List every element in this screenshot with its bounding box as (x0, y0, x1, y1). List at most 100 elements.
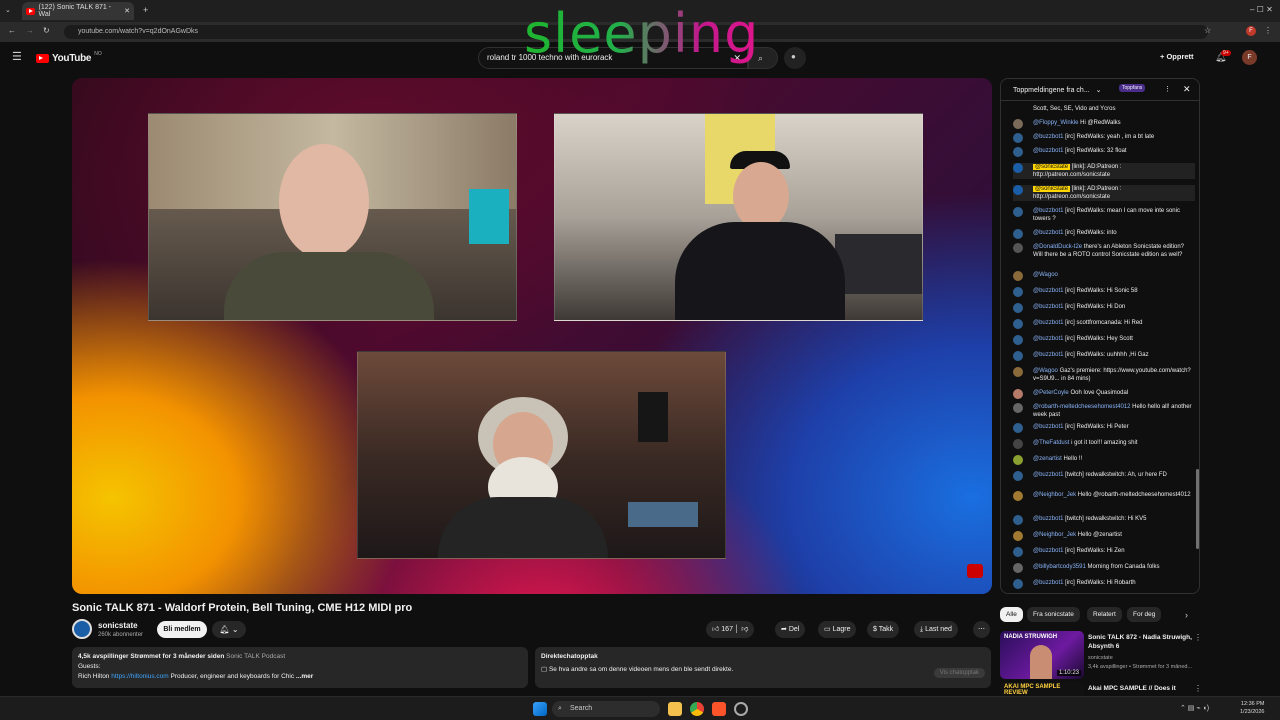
chat-author-avatar[interactable] (1013, 335, 1023, 345)
chat-author-name[interactable]: @buzzbot1 (1033, 148, 1063, 154)
video-thumbnail[interactable]: NADIA STRUWIGH 1:10:23 (1000, 631, 1084, 679)
chat-author-name[interactable]: @buzzbot1 (1033, 304, 1063, 310)
like-button[interactable]: 👍︎ 167 │ 👎︎ (706, 621, 755, 638)
chat-author-name[interactable]: @buzzbot1 (1033, 352, 1063, 358)
close-chat-icon[interactable]: ✕ (1183, 84, 1191, 95)
channel-name[interactable]: sonicstate (98, 621, 138, 630)
chat-author-avatar[interactable] (1013, 185, 1023, 195)
show-more-link[interactable]: ...mer (296, 673, 313, 680)
chat-author-name[interactable]: @buzzbot1 (1033, 134, 1063, 140)
chat-message[interactable]: @Wagoo (1013, 271, 1195, 281)
more-options-icon[interactable]: ⋮ (1194, 633, 1202, 643)
chat-message[interactable]: @buzzbot1 [irc] scottfromcanada: Hi Red (1013, 319, 1195, 329)
save-button[interactable]: ▭ Lagre (818, 621, 857, 638)
chat-message[interactable]: @billybartcody3591 Morning from Canada f… (1013, 563, 1195, 573)
chat-message[interactable]: @buzzbot1 [irc] RedWalks: Hi Don (1013, 303, 1195, 313)
chat-author-name[interactable]: @DonaldDuck-t2e (1033, 244, 1082, 250)
window-controls-icon[interactable]: – ☐ ✕ (1250, 5, 1273, 15)
menu-hamburger-icon[interactable]: ☰ (12, 52, 22, 63)
profile-avatar-icon[interactable]: F (1246, 26, 1256, 36)
chat-author-avatar[interactable] (1013, 147, 1023, 157)
voice-search-button[interactable]: ● (784, 47, 806, 69)
chevron-right-icon[interactable]: › (1185, 610, 1188, 620)
chat-author-name[interactable]: @buzzbot1 (1033, 230, 1063, 236)
chat-author-avatar[interactable] (1013, 403, 1023, 413)
show-chat-replay-button[interactable]: Vis chatopptak (933, 668, 985, 678)
youtube-watermark-icon[interactable] (967, 564, 983, 578)
chat-author-name[interactable]: @buzzbot1 (1033, 580, 1063, 586)
chat-author-name[interactable]: @buzzbot1 (1033, 472, 1063, 478)
chat-author-avatar[interactable] (1013, 515, 1023, 525)
chat-author-avatar[interactable] (1013, 423, 1023, 433)
chat-message[interactable]: @sonicstate [link]: AD:Patreon : http://… (1013, 163, 1195, 179)
filter-chip[interactable]: Alle (1000, 607, 1023, 622)
chrome-icon[interactable] (690, 702, 704, 716)
browser-tab[interactable]: (122) Sonic TALK 871 - Wal ✕ (22, 2, 134, 20)
thumbs-down-icon[interactable]: 👎︎ (741, 626, 748, 633)
chat-author-avatar[interactable] (1013, 303, 1023, 313)
chat-author-avatar[interactable] (1013, 229, 1023, 239)
chat-author-avatar[interactable] (1013, 491, 1023, 501)
new-tab-icon[interactable]: + (143, 5, 148, 15)
filter-chip[interactable]: For deg (1127, 607, 1162, 622)
chat-message[interactable]: @buzzbot1 [irc] RedWalks: Hey Scott (1013, 335, 1195, 345)
chat-author-avatar[interactable] (1013, 471, 1023, 481)
start-menu-icon[interactable] (533, 702, 547, 716)
chat-author-name[interactable]: @TheFatdust (1033, 440, 1069, 446)
join-button[interactable]: Bli medlem (157, 621, 207, 638)
more-options-icon[interactable]: ⋮ (1194, 684, 1200, 694)
more-actions-button[interactable]: ⋯ (973, 621, 990, 638)
chat-author-avatar[interactable] (1013, 439, 1023, 449)
guest-link[interactable]: https://hiltonius.com (111, 673, 168, 680)
chat-menu-icon[interactable]: ⋮ (1164, 85, 1171, 93)
chat-author-avatar[interactable] (1013, 531, 1023, 541)
chat-author-name[interactable]: @zenartist (1033, 456, 1062, 462)
tab-list-icon[interactable]: ⌄ (5, 6, 11, 16)
chat-message[interactable]: @TheFatdust i got it too!!! amazing shit (1013, 439, 1195, 449)
chat-author-name[interactable]: @sonicstate (1033, 164, 1071, 170)
chat-author-name[interactable]: @buzzbot1 (1033, 336, 1063, 342)
toppfans-badge[interactable]: Toppfans (1119, 84, 1146, 92)
chat-message[interactable]: @Wagoo Gaz's premiere: https://www.youtu… (1013, 367, 1195, 383)
video-player[interactable] (72, 78, 992, 594)
app-icon[interactable] (734, 702, 748, 716)
chat-author-name[interactable]: @sonicstate (1033, 186, 1071, 192)
chat-message[interactable]: @Neighbor_Jek Hello @zenartist (1013, 531, 1195, 541)
system-tray-icons[interactable]: ⌃ ▤ ⌁ ◖) (1180, 704, 1209, 714)
chat-message[interactable]: Scott, Sec, SE, Vido and Ycros (1013, 105, 1195, 113)
reload-icon[interactable]: ↻ (43, 26, 50, 36)
chat-author-avatar[interactable] (1013, 367, 1023, 377)
chat-author-avatar[interactable] (1013, 163, 1023, 173)
chat-message[interactable]: @robarth-meltedcheesehomest4012 Hello he… (1013, 403, 1195, 419)
chat-author-name[interactable]: @buzzbot1 (1033, 516, 1063, 522)
chat-author-avatar[interactable] (1013, 319, 1023, 329)
chat-author-avatar[interactable] (1013, 579, 1023, 589)
forward-icon[interactable]: → (26, 26, 34, 36)
chat-author-avatar[interactable] (1013, 271, 1023, 281)
chat-author-name[interactable]: @buzzbot1 (1033, 208, 1063, 214)
chat-author-name[interactable]: @buzzbot1 (1033, 320, 1063, 326)
chat-message[interactable]: @zenartist Hello !! (1013, 455, 1195, 465)
chevron-down-icon[interactable]: ⌄ (1096, 87, 1102, 94)
recommendation-card[interactable]: AKAI MPC SAMPLE REVIEW Akai MPC SAMPLE /… (1000, 682, 1200, 696)
chat-scrollbar[interactable] (1196, 469, 1199, 549)
chat-author-name[interactable]: @buzzbot1 (1033, 288, 1063, 294)
chat-message[interactable]: @buzzbot1 [irc] RedWalks: yeah , im a bt… (1013, 133, 1195, 143)
subscription-bell-button[interactable]: 🔔︎ ⌄ (212, 621, 246, 638)
browser-menu-icon[interactable]: ⋮ (1264, 26, 1272, 36)
playlist-link[interactable]: Sonic TALK Podcast (226, 653, 285, 660)
chat-message[interactable]: @sonicstate [link]: AD:Patreon : http://… (1013, 185, 1195, 201)
chat-message[interactable]: @Neighbor_Jek Hello @robarth-meltedchees… (1013, 491, 1195, 501)
chat-message[interactable]: @buzzbot1 [irc] RedWalks: uuhhhh ,Hi Gaz (1013, 351, 1195, 361)
back-icon[interactable]: ← (8, 26, 16, 36)
chat-author-avatar[interactable] (1013, 133, 1023, 143)
chat-author-name[interactable]: @PeterCoyle (1033, 390, 1069, 396)
chat-author-name[interactable]: @billybartcody3591 (1033, 564, 1086, 570)
chat-author-name[interactable]: @Wagoo (1033, 368, 1058, 374)
close-tab-icon[interactable]: ✕ (124, 7, 130, 15)
video-thumbnail[interactable]: AKAI MPC SAMPLE REVIEW (1000, 682, 1084, 696)
thanks-button[interactable]: $ Takk (867, 621, 900, 638)
chat-author-avatar[interactable] (1013, 287, 1023, 297)
chat-filter-dropdown[interactable]: Toppmeldingene fra ch... (1013, 87, 1090, 94)
chat-author-avatar[interactable] (1013, 547, 1023, 557)
